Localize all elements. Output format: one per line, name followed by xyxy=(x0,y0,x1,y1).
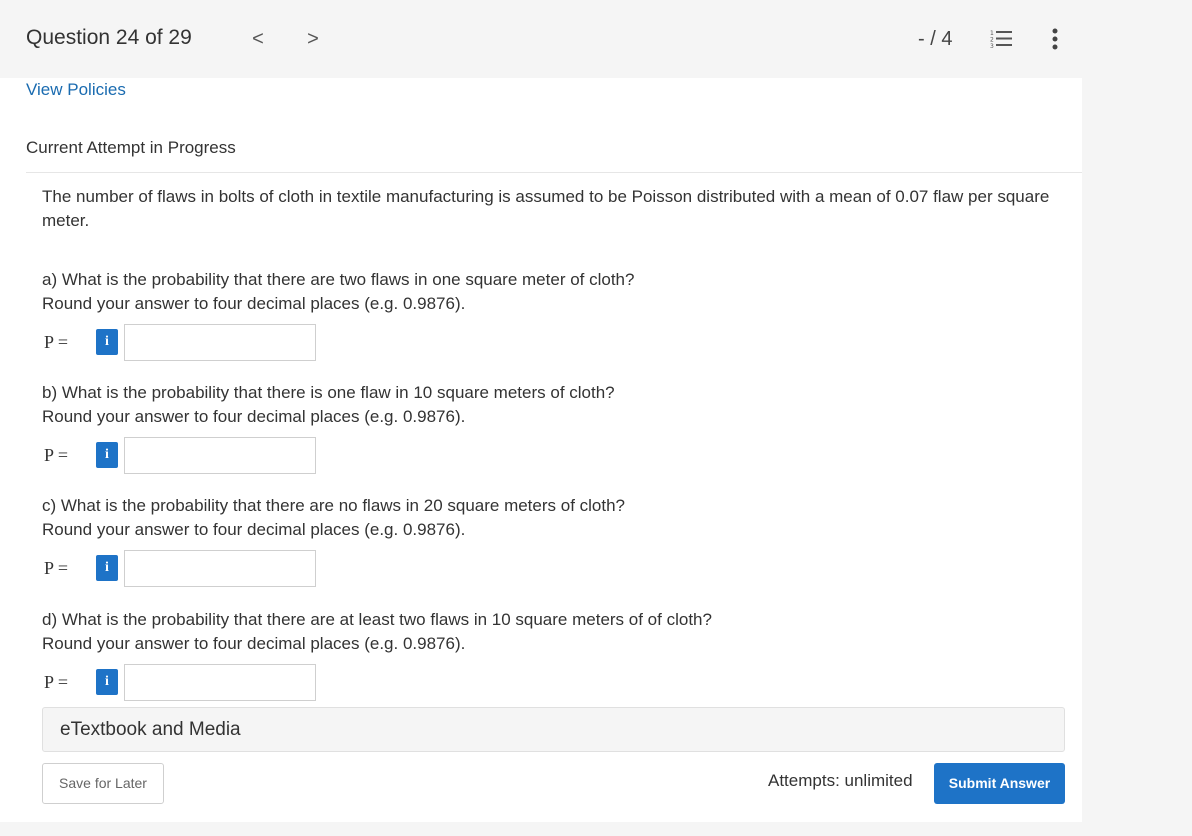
next-question-button[interactable]: > xyxy=(305,28,321,51)
part-question: d) What is the probability that there ar… xyxy=(42,610,712,629)
answer-input-c[interactable] xyxy=(124,550,316,587)
answer-input-a[interactable] xyxy=(124,324,316,361)
part-d: d) What is the probability that there ar… xyxy=(42,608,1042,701)
probability-label: P = xyxy=(44,672,68,692)
divider xyxy=(26,172,1082,173)
answer-input-b[interactable] xyxy=(124,437,316,474)
info-icon[interactable]: i xyxy=(96,442,118,468)
submit-answer-button[interactable]: Submit Answer xyxy=(934,763,1065,804)
etextbook-label: eTextbook and Media xyxy=(60,719,241,740)
answer-row: P = i xyxy=(42,664,342,702)
part-b: b) What is the probability that there is… xyxy=(42,381,1042,474)
more-vertical-icon[interactable] xyxy=(1051,28,1059,55)
part-instruction: Round your answer to four decimal places… xyxy=(42,294,466,313)
part-question: b) What is the probability that there is… xyxy=(42,383,615,402)
info-icon[interactable]: i xyxy=(96,555,118,581)
answer-input-d[interactable] xyxy=(124,664,316,701)
part-instruction: Round your answer to four decimal places… xyxy=(42,407,466,426)
question-header: Question 24 of 29 < > - / 4 1 2 3 xyxy=(0,0,1192,78)
attempts-text: Attempts: unlimited xyxy=(768,771,913,790)
answer-row: P = i xyxy=(42,550,342,588)
probability-label: P = xyxy=(44,558,68,578)
save-for-later-button[interactable]: Save for Later xyxy=(42,763,164,804)
part-a: a) What is the probability that there ar… xyxy=(42,268,1042,361)
part-instruction: Round your answer to four decimal places… xyxy=(42,634,466,653)
part-instruction: Round your answer to four decimal places… xyxy=(42,520,466,539)
answer-row: P = i xyxy=(42,437,342,475)
part-c: c) What is the probability that there ar… xyxy=(42,494,1042,587)
info-icon[interactable]: i xyxy=(96,669,118,695)
part-question: a) What is the probability that there ar… xyxy=(42,270,635,289)
svg-text:3: 3 xyxy=(990,43,994,49)
info-icon[interactable]: i xyxy=(96,329,118,355)
score-display: - / 4 xyxy=(918,28,953,50)
answer-row: P = i xyxy=(42,324,342,362)
question-counter: Question 24 of 29 xyxy=(26,26,192,49)
previous-question-button[interactable]: < xyxy=(250,28,266,51)
etextbook-media-toggle[interactable]: eTextbook and Media xyxy=(42,707,1065,752)
probability-label: P = xyxy=(44,332,68,352)
question-stem: The number of flaws in bolts of cloth in… xyxy=(42,187,1050,230)
list-icon[interactable]: 1 2 3 xyxy=(990,29,1012,54)
view-policies-link[interactable]: View Policies xyxy=(26,80,126,100)
attempt-heading: Current Attempt in Progress xyxy=(26,138,236,157)
probability-label: P = xyxy=(44,445,68,465)
part-question: c) What is the probability that there ar… xyxy=(42,496,626,515)
